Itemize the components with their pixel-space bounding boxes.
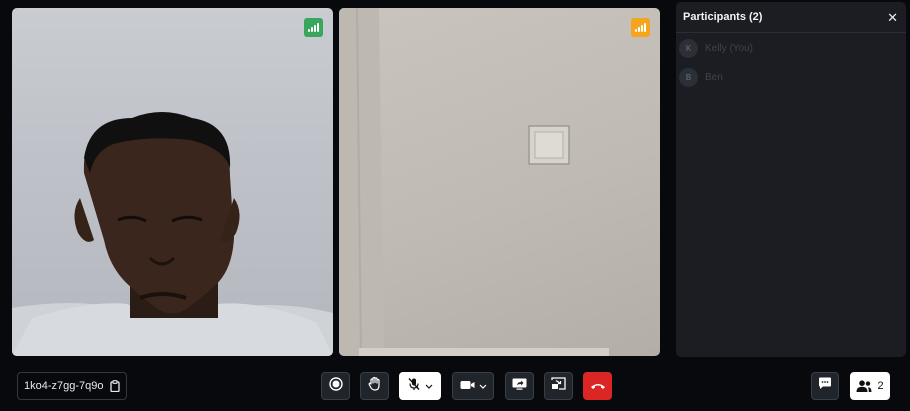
record-icon [328, 376, 343, 396]
video-tile-ben[interactable] [339, 8, 660, 356]
camera-feed-image [12, 112, 333, 356]
microphone-toggle-button[interactable] [399, 372, 441, 400]
camera-toggle-button[interactable] [452, 372, 494, 400]
screen-share-button[interactable] [505, 372, 534, 400]
mic-muted-icon [407, 377, 421, 396]
picture-in-picture-button[interactable] [544, 372, 573, 400]
camera-feed-image [339, 8, 609, 356]
end-call-button[interactable] [583, 372, 612, 400]
screen-share-icon [512, 377, 527, 395]
network-signal-icon [304, 18, 323, 37]
chevron-down-icon[interactable] [425, 384, 433, 389]
avatar: K [679, 38, 698, 58]
participant-item[interactable]: B Ben [676, 63, 906, 91]
network-signal-icon [631, 18, 650, 37]
video-call-app: Participants (2) ✕ K Kelly (You) B Ben 1… [0, 0, 910, 411]
chat-icon [818, 377, 832, 395]
participants-panel: Participants (2) ✕ K Kelly (You) B Ben [676, 2, 906, 357]
chevron-down-icon[interactable] [479, 384, 487, 389]
participants-panel-title: Participants (2) [683, 11, 763, 23]
participants-toggle-button[interactable]: 2 [850, 372, 890, 400]
video-tile-kelly[interactable] [12, 8, 333, 356]
participant-name: Kelly (You) [705, 42, 753, 54]
participants-icon [856, 380, 872, 392]
camera-icon [460, 377, 475, 395]
participant-item[interactable]: K Kelly (You) [676, 34, 906, 62]
clipboard-icon [109, 380, 120, 392]
participant-name: Ben [705, 71, 723, 83]
raise-hand-button[interactable] [360, 372, 389, 400]
close-icon[interactable]: ✕ [887, 11, 898, 24]
avatar: B [679, 67, 698, 87]
record-button[interactable] [321, 372, 350, 400]
end-call-icon [590, 377, 606, 395]
participants-panel-header: Participants (2) ✕ [676, 2, 906, 33]
meeting-id-copy-button[interactable]: 1ko4-z7gg-7q9o [17, 372, 127, 400]
participants-count: 2 [877, 380, 884, 392]
raise-hand-icon [368, 376, 382, 396]
chat-button[interactable] [811, 372, 839, 400]
picture-in-picture-icon [551, 377, 566, 395]
meeting-id-text: 1ko4-z7gg-7q9o [24, 380, 104, 392]
